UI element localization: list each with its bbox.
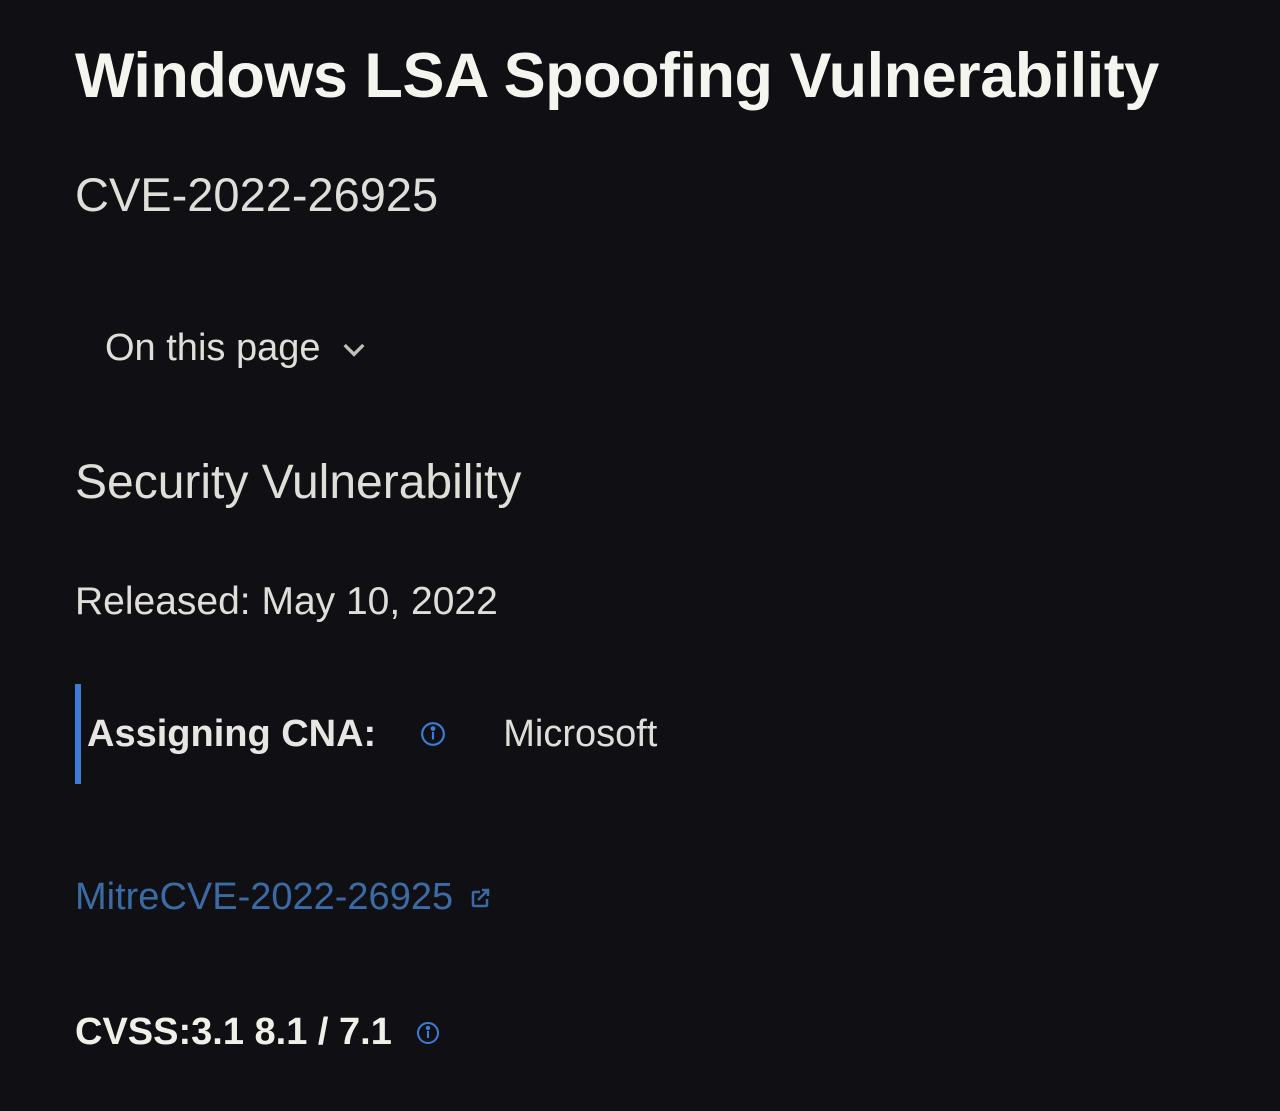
page-title: Windows LSA Spoofing Vulnerability — [75, 40, 1205, 112]
on-this-page-label: On this page — [105, 327, 320, 370]
assigning-cna-row: Assigning CNA: Microsoft — [75, 684, 1205, 784]
mitre-link-text: MitreCVE-2022-26925 — [75, 876, 453, 919]
cvss-score: CVSS:3.1 8.1 / 7.1 — [75, 1011, 392, 1054]
info-icon[interactable] — [418, 719, 448, 749]
cve-identifier: CVE-2022-26925 — [75, 167, 1205, 222]
info-icon[interactable] — [414, 1019, 442, 1047]
released-label: Released: — [75, 580, 251, 623]
section-heading: Security Vulnerability — [75, 455, 1205, 510]
external-link-icon — [467, 885, 493, 911]
released-date: May 10, 2022 — [261, 580, 497, 623]
mitre-cve-link[interactable]: MitreCVE-2022-26925 — [75, 876, 493, 919]
on-this-page-toggle[interactable]: On this page — [105, 327, 370, 370]
cna-value: Microsoft — [503, 713, 657, 756]
cna-label: Assigning CNA: — [87, 713, 376, 756]
cvss-row: CVSS:3.1 8.1 / 7.1 — [75, 1011, 1205, 1054]
released-row: Released: May 10, 2022 — [75, 580, 1205, 624]
chevron-down-icon — [338, 333, 370, 365]
